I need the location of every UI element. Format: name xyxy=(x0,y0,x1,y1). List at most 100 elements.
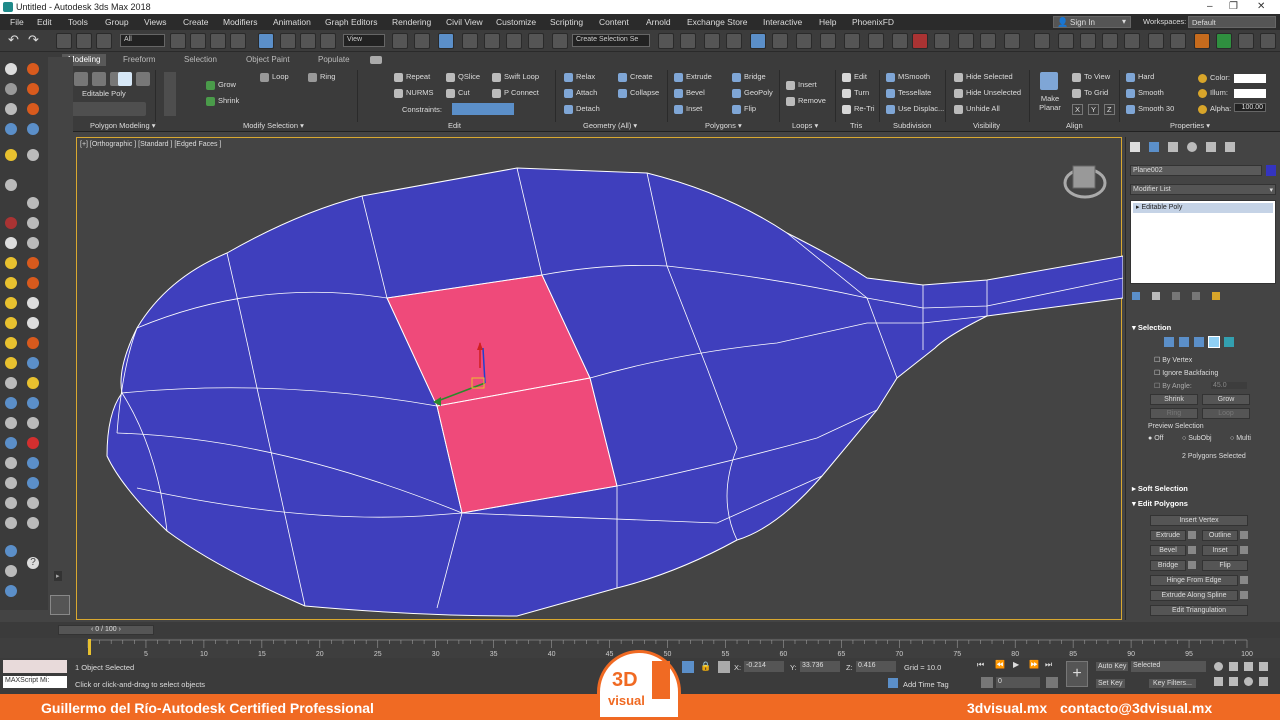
drop-icon[interactable] xyxy=(27,397,39,409)
preview-off-radio[interactable]: ● Off xyxy=(1148,435,1163,442)
menu-exchange-store[interactable]: Exchange Store xyxy=(687,17,747,27)
undo-icon[interactable]: ↶ xyxy=(8,33,24,49)
configure-sets-icon[interactable] xyxy=(1212,292,1220,300)
object-name-input[interactable]: Plane002 xyxy=(1130,165,1262,176)
sun-icon[interactable] xyxy=(5,337,17,349)
smooth-button[interactable]: Smooth xyxy=(1126,88,1164,98)
orbit-icon[interactable] xyxy=(1244,677,1253,686)
p-connect-button[interactable]: P Connect xyxy=(492,88,539,98)
torus-icon[interactable] xyxy=(5,297,17,309)
cone-icon[interactable] xyxy=(5,317,17,329)
render-production-icon[interactable] xyxy=(892,33,908,49)
railclone-icon[interactable] xyxy=(1170,33,1186,49)
set-key-button[interactable]: Set Key xyxy=(1096,679,1125,688)
forest-icon[interactable] xyxy=(1148,33,1164,49)
alpha-button[interactable]: Alpha: xyxy=(1198,104,1231,114)
tool-m-icon[interactable] xyxy=(5,565,17,577)
loop-button[interactable]: Loop xyxy=(260,72,289,82)
tool-n-icon[interactable] xyxy=(5,585,17,597)
spinner-snap-icon[interactable] xyxy=(528,33,544,49)
display-tab-icon[interactable] xyxy=(1206,142,1216,152)
align-z-button[interactable]: Z xyxy=(1104,104,1115,115)
modify-selection-title[interactable]: Modify Selection ▾ xyxy=(243,121,304,130)
shrink-button[interactable]: Shrink xyxy=(206,96,239,106)
loops-title[interactable]: Loops ▾ xyxy=(792,121,818,130)
edge-subobj-icon[interactable] xyxy=(1179,337,1189,347)
time-cursor[interactable] xyxy=(88,639,91,655)
modify-tab-icon[interactable] xyxy=(1149,142,1159,152)
tab-selection[interactable]: Selection xyxy=(178,54,223,66)
cut-button[interactable]: Cut xyxy=(446,88,470,98)
add-time-tag-button[interactable]: Add Time Tag xyxy=(903,680,949,689)
inset-poly-button[interactable]: Inset xyxy=(1202,545,1238,556)
zoom-all-icon[interactable] xyxy=(1229,662,1238,671)
viewport-layout-icon[interactable] xyxy=(50,595,70,615)
z-coord-input[interactable]: 0.416 xyxy=(856,661,896,672)
bevel-poly-button[interactable]: Bevel xyxy=(1150,545,1186,556)
sphere-tool-icon[interactable] xyxy=(5,277,17,289)
window-crossing-icon[interactable] xyxy=(230,33,246,49)
spiral-icon[interactable] xyxy=(27,297,39,309)
toggle-layer-explorer-icon[interactable] xyxy=(726,33,742,49)
jar-icon[interactable] xyxy=(27,377,39,389)
tool-e-icon[interactable] xyxy=(27,457,39,469)
time-config-icon[interactable] xyxy=(1046,677,1058,688)
snapshot-icon[interactable] xyxy=(1004,33,1020,49)
to-grid-button[interactable]: To Grid xyxy=(1072,88,1108,98)
viewcube[interactable] xyxy=(1063,165,1107,199)
make-planar-label[interactable]: Make Planar xyxy=(1035,94,1065,112)
flame-alt-icon[interactable] xyxy=(27,277,39,289)
set-key-big-button[interactable]: + xyxy=(1066,661,1088,687)
tool-d-icon[interactable] xyxy=(5,457,17,469)
align-icon[interactable] xyxy=(680,33,696,49)
use-displace-button[interactable]: Use Displac... xyxy=(886,104,944,114)
vertex-subobj-icon[interactable] xyxy=(1164,337,1174,347)
menu-scripting[interactable]: Scripting xyxy=(550,17,583,27)
y-coord-input[interactable]: 33.736 xyxy=(800,661,840,672)
geopoly-button[interactable]: GeoPoly xyxy=(732,88,773,98)
zoom-extents-all-icon[interactable] xyxy=(1259,662,1268,671)
key-filters-button[interactable]: Key Filters... xyxy=(1149,679,1196,688)
modifier-list-dropdown[interactable]: Modifier List ▾ xyxy=(1130,184,1276,195)
sign-in-dropdown[interactable]: 👤 Sign In ▾ xyxy=(1053,16,1131,28)
selection-filter-dropdown[interactable]: All xyxy=(120,34,165,47)
pivot-center-icon[interactable] xyxy=(392,33,408,49)
maxscript-listener[interactable] xyxy=(3,660,67,673)
create-tab-icon[interactable] xyxy=(1130,142,1140,152)
hinge-settings-icon[interactable] xyxy=(1240,576,1248,584)
select-manipulate-icon[interactable] xyxy=(414,33,430,49)
bevel-settings-icon[interactable] xyxy=(1188,546,1196,554)
ocean-tool-icon[interactable] xyxy=(27,123,39,135)
display-tool-icon[interactable] xyxy=(5,149,17,161)
create-button[interactable]: Create xyxy=(618,72,653,82)
motion-tab-icon[interactable] xyxy=(1187,142,1197,152)
toggle-ribbon-icon[interactable] xyxy=(750,33,766,49)
tool-c-icon[interactable] xyxy=(5,437,17,449)
smoke-tool-icon[interactable] xyxy=(27,83,39,95)
burn-icon[interactable] xyxy=(27,337,39,349)
bridge-button[interactable]: Bridge xyxy=(732,72,766,82)
polygons-title[interactable]: Polygons ▾ xyxy=(705,121,742,130)
menu-phoenixfd[interactable]: PhoenixFD xyxy=(852,17,894,27)
key-mode-dropdown[interactable]: Selected xyxy=(1131,661,1206,672)
hair-icon[interactable] xyxy=(1124,33,1140,49)
close-icon[interactable]: ✕ xyxy=(1257,1,1265,12)
key-mode-icon[interactable] xyxy=(981,677,993,688)
play-icon[interactable]: ▶ xyxy=(1013,660,1019,669)
hinge-from-edge-button[interactable]: Hinge From Edge xyxy=(1150,575,1238,586)
wave-icon[interactable] xyxy=(27,357,39,369)
mesh-shape[interactable] xyxy=(106,167,1124,617)
ribbon-options-icon[interactable] xyxy=(370,56,382,64)
constraints-buttons[interactable] xyxy=(452,103,514,115)
menu-create[interactable]: Create xyxy=(183,17,209,27)
named-selection-dropdown[interactable]: Create Selection Se xyxy=(572,34,650,47)
redo-icon[interactable]: ↷ xyxy=(28,33,44,49)
time-slider-thumb[interactable]: ‹ 0 / 100 › xyxy=(58,625,154,635)
menu-modifiers[interactable]: Modifiers xyxy=(223,17,257,27)
help-icon[interactable]: ? xyxy=(27,557,39,569)
preview-multi-radio[interactable]: ○ Multi xyxy=(1230,435,1251,442)
color-swatch[interactable] xyxy=(1234,74,1266,83)
grid-toggle-icon[interactable] xyxy=(958,33,974,49)
more-tools-icon[interactable] xyxy=(1260,33,1276,49)
maxscript-input[interactable]: MAXScript Mi: xyxy=(3,676,67,688)
